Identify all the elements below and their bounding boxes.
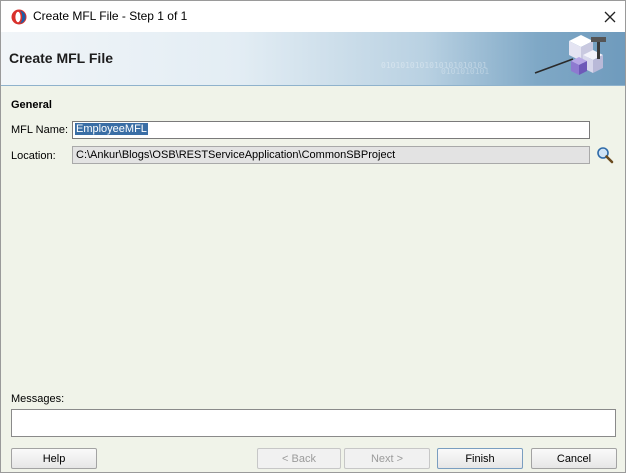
next-button[interactable]: Next > <box>344 448 430 469</box>
help-button[interactable]: Help <box>11 448 97 469</box>
back-button[interactable]: < Back <box>257 448 341 469</box>
browse-location-button[interactable] <box>596 146 614 164</box>
create-mfl-dialog: Create MFL File - Step 1 of 1 0101010101… <box>0 0 626 473</box>
location-label: Location: <box>11 150 56 162</box>
close-icon <box>604 11 616 22</box>
wizard-title: Create MFL File <box>9 50 113 66</box>
mfl-name-label: MFL Name: <box>11 124 69 136</box>
wizard-cubes-graphic <box>534 35 606 75</box>
svg-text:0101010101: 0101010101 <box>441 67 489 76</box>
magnifier-search-icon <box>597 147 614 164</box>
close-button[interactable] <box>595 1 625 32</box>
mfl-name-input[interactable]: EmployeeMFL <box>72 121 590 139</box>
mfl-name-value: EmployeeMFL <box>75 123 148 135</box>
wizard-header-banner: 0101010101010101010101 0101010101 Create… <box>1 32 625 86</box>
section-title-general: General <box>11 99 52 111</box>
location-field[interactable]: C:\Ankur\Blogs\OSB\RESTServiceApplicatio… <box>72 146 590 164</box>
svg-text:0101010101010101010101: 0101010101010101010101 <box>381 61 487 70</box>
messages-label: Messages: <box>11 393 65 405</box>
finish-button[interactable]: Finish <box>437 448 523 469</box>
messages-box[interactable] <box>11 409 616 437</box>
title-bar: Create MFL File - Step 1 of 1 <box>1 1 625 32</box>
window-title: Create MFL File - Step 1 of 1 <box>33 9 188 23</box>
app-icon <box>11 9 27 25</box>
cancel-button[interactable]: Cancel <box>531 448 617 469</box>
